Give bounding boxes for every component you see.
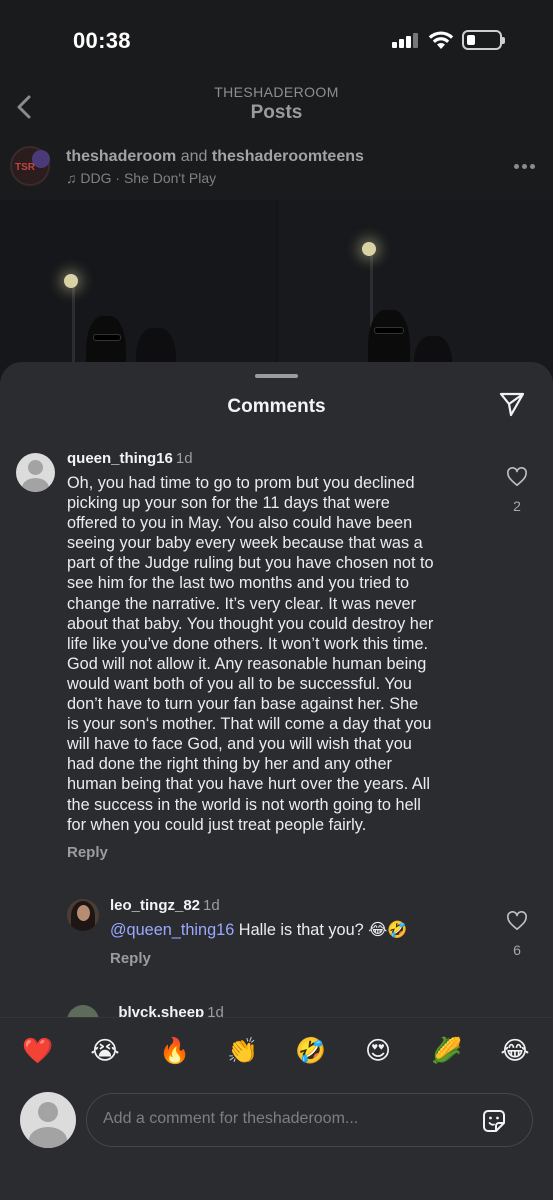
post-song-label: DDG · She Don't Play — [80, 170, 217, 186]
like-count: 6 — [513, 942, 521, 958]
comment-timestamp: 1d — [175, 450, 193, 467]
posts-nav-bar: THESHADEROOM Posts — [0, 80, 553, 140]
comment-text: Oh, you had time to go to prom but you d… — [67, 474, 434, 834]
nav-account-name: THESHADEROOM — [214, 84, 339, 100]
share-send-icon[interactable] — [498, 390, 526, 418]
comment-item: queen_thing16 1d Oh, you had time to go t… — [0, 450, 553, 870]
reply-button[interactable]: Reply — [110, 950, 151, 967]
reply-comment-item: leo_tingz_82 1d @queen_thing16 Halle is t… — [0, 896, 553, 976]
status-bar: 00:38 — [0, 0, 553, 80]
post-authors[interactable]: theshaderoom and theshaderoomteens — [66, 148, 364, 166]
commenter-avatar[interactable] — [67, 899, 99, 931]
emoji-quick-bar: ❤️ 😭 🔥 👏 🤣 😍 🌽 😂 — [0, 1017, 553, 1087]
emoji-clap[interactable]: 👏 — [227, 1036, 258, 1066]
post-audio[interactable]: ♫ DDG · She Don't Play — [66, 170, 216, 186]
comment-username[interactable]: queen_thing16 — [67, 450, 173, 467]
emoji-rofl[interactable]: 🤣 — [295, 1036, 326, 1066]
emoji-corn[interactable]: 🌽 — [431, 1036, 462, 1066]
page-title: Posts — [250, 102, 303, 123]
post-author-joiner: and — [180, 148, 208, 165]
comment-mention[interactable]: @queen_thing16 — [110, 921, 234, 939]
comment-input[interactable]: Add a comment for theshaderoom... — [86, 1093, 533, 1147]
comments-sheet: Comments queen_thing16 1d Oh, you had tim… — [0, 362, 553, 1200]
sticker-icon[interactable] — [480, 1107, 508, 1135]
my-avatar[interactable] — [20, 1092, 76, 1148]
commenter-avatar[interactable] — [16, 453, 55, 492]
like-count: 2 — [513, 498, 521, 514]
music-note-icon: ♫ — [66, 170, 77, 186]
comment-timestamp: 1d — [207, 1004, 224, 1017]
comment-composer: Add a comment for theshaderoom... — [0, 1087, 553, 1200]
comment-text: @queen_thing16 Halle is that you? 😂🤣 — [110, 921, 408, 939]
comment-like: 2 — [505, 467, 529, 514]
post-author-1[interactable]: theshaderoom — [66, 148, 176, 165]
comment-like: 6 — [505, 911, 529, 958]
commenter-avatar[interactable] — [67, 1005, 99, 1017]
comment-timestamp: 1d — [203, 897, 220, 914]
comment-username[interactable]: _blvck.sheep — [110, 1004, 204, 1017]
emoji-crying[interactable]: 😭 — [90, 1036, 120, 1066]
heart-icon[interactable] — [506, 911, 528, 931]
sheet-title: Comments — [227, 396, 326, 417]
status-time: 00:38 — [73, 28, 131, 53]
post-header: TSR theshaderoom and theshaderoomteens ♫… — [0, 140, 553, 198]
sheet-drag-handle[interactable] — [255, 374, 298, 378]
post-author-avatar[interactable]: TSR — [10, 146, 50, 186]
post-author-2[interactable]: theshaderoomteens — [212, 148, 364, 165]
comment-input-placeholder: Add a comment for theshaderoom... — [103, 1110, 359, 1127]
emoji-fire[interactable]: 🔥 — [159, 1036, 190, 1066]
heart-icon[interactable] — [506, 467, 528, 487]
battery-icon — [462, 30, 505, 50]
comment-username[interactable]: leo_tingz_82 — [110, 897, 200, 914]
reply-button[interactable]: Reply — [67, 844, 108, 861]
more-options-icon[interactable] — [514, 164, 536, 170]
reply-comment-item: _blvck.sheep 1d — [0, 1002, 553, 1017]
cellular-signal-icon — [392, 32, 420, 48]
emoji-heart-eyes[interactable]: 😍 — [363, 1036, 393, 1066]
emoji-joy[interactable]: 😂 — [500, 1036, 530, 1066]
wifi-icon — [428, 31, 454, 49]
emoji-heart[interactable]: ❤️ — [22, 1036, 53, 1066]
